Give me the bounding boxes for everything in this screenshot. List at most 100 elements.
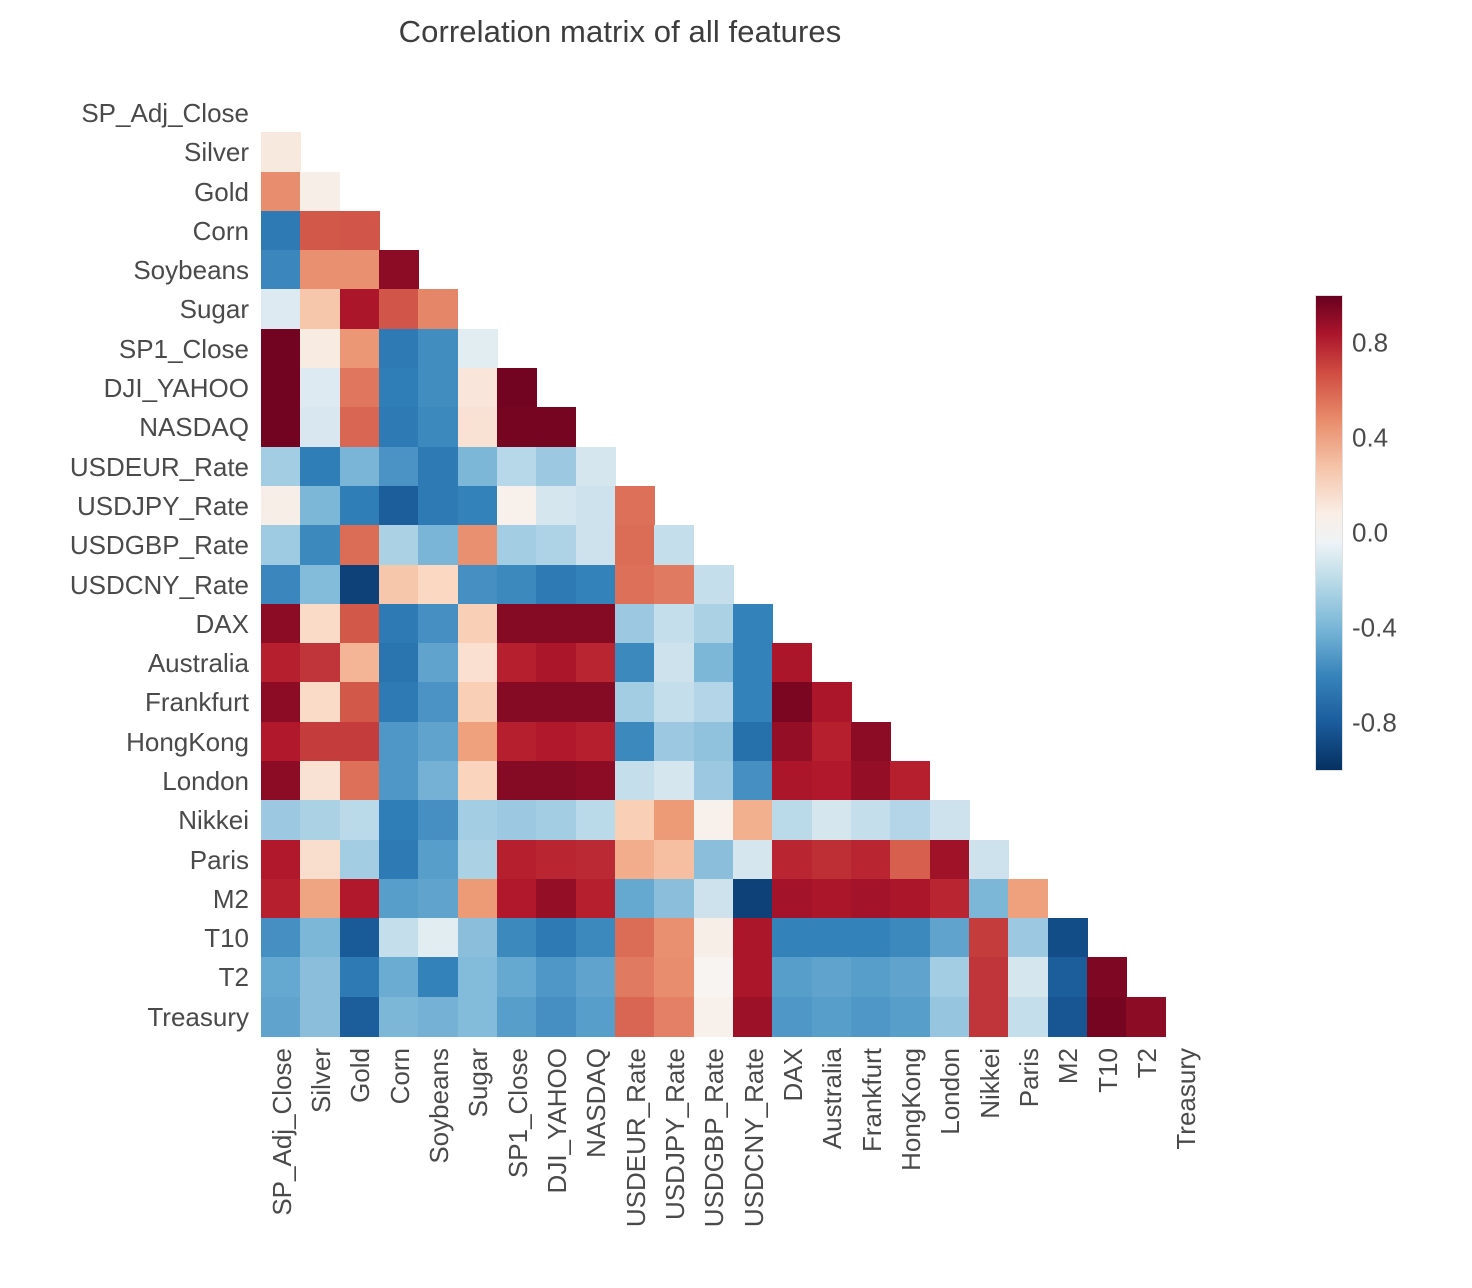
heatmap-cell	[339, 682, 380, 723]
x-tick-label-sp-adj-close: SP_Adj_Close	[266, 1048, 297, 1216]
heatmap-cell	[497, 760, 537, 801]
heatmap-cell	[811, 760, 852, 801]
heatmap-cell	[261, 289, 301, 330]
heatmap-cell	[261, 643, 301, 683]
heatmap-cell	[261, 328, 301, 369]
heatmap-cell	[811, 839, 852, 880]
heatmap-cell	[615, 760, 655, 801]
heatmap-cell	[339, 446, 380, 487]
x-tick-wrap: Sugar	[458, 1036, 499, 1117]
heatmap-cell	[575, 957, 616, 998]
heatmap-cell	[811, 682, 852, 723]
y-tick-label-gold: Gold	[194, 176, 249, 207]
heatmap-cell	[851, 878, 891, 919]
heatmap-cell	[575, 760, 616, 801]
x-tick-label-m2: M2	[1053, 1048, 1084, 1085]
x-tick-wrap: SP_Adj_Close	[261, 1036, 302, 1216]
heatmap-cell	[418, 328, 459, 369]
heatmap-cell	[379, 957, 419, 998]
heatmap-cell	[654, 682, 695, 723]
heatmap-cell	[1087, 996, 1127, 1037]
heatmap-cell	[300, 289, 341, 330]
heatmap-cell	[890, 996, 931, 1037]
heatmap-cell	[379, 643, 419, 683]
heatmap-cell	[1087, 957, 1127, 998]
heatmap-cell	[654, 721, 695, 762]
heatmap-cell	[339, 525, 380, 566]
heatmap-cell	[536, 485, 577, 526]
heatmap-cell	[300, 643, 341, 683]
heatmap-cell	[300, 210, 341, 251]
x-tick-wrap: USDJPY_Rate	[654, 1036, 695, 1220]
y-tick-label-australia: Australia	[147, 648, 249, 679]
heatmap-cell	[615, 918, 655, 959]
heatmap-cell	[457, 368, 498, 408]
heatmap-cell	[379, 918, 419, 959]
heatmap-cell	[693, 839, 734, 880]
heatmap-cell	[811, 918, 852, 959]
heatmap-cell	[418, 525, 459, 566]
heatmap-cell	[339, 800, 380, 841]
heatmap-cell	[733, 682, 773, 723]
heatmap-cell	[1047, 957, 1088, 998]
heatmap-cell	[418, 839, 459, 880]
heatmap-cell	[379, 446, 419, 487]
heatmap-cell	[261, 957, 301, 998]
heatmap-cell	[536, 682, 577, 723]
heatmap-cell	[379, 721, 419, 762]
x-tick-wrap: Australia	[812, 1036, 853, 1149]
x-tick-label-corn: Corn	[384, 1048, 415, 1105]
x-tick-wrap: Paris	[1008, 1036, 1049, 1107]
heatmap-cell	[457, 446, 498, 487]
heatmap-cell	[693, 957, 734, 998]
heatmap-cell	[654, 800, 695, 841]
heatmap-cell	[851, 721, 891, 762]
x-tick-wrap: T10	[1087, 1036, 1128, 1093]
heatmap-cell	[575, 603, 616, 644]
heatmap-cell	[575, 446, 616, 487]
x-tick-wrap: Soybeans	[418, 1036, 459, 1164]
heatmap-cell	[457, 839, 498, 880]
heatmap-cell	[733, 878, 773, 919]
heatmap-cell	[654, 996, 695, 1037]
heatmap-cell	[497, 368, 537, 408]
y-tick-label-soybeans: Soybeans	[133, 255, 249, 286]
heatmap-cell	[811, 996, 852, 1037]
heatmap-cell	[497, 800, 537, 841]
y-tick-label-silver: Silver	[183, 137, 249, 168]
colorbar-gradient	[1316, 296, 1342, 770]
heatmap-cell	[379, 996, 419, 1037]
x-tick-label-treasury: Treasury	[1171, 1048, 1202, 1150]
heatmap-cell	[1126, 996, 1167, 1037]
heatmap-cell	[379, 839, 419, 880]
heatmap-cell	[300, 407, 341, 448]
y-tick-label-usdjpy-rate: USDJPY_Rate	[77, 490, 249, 521]
heatmap-cell	[418, 957, 459, 998]
heatmap-cell	[457, 682, 498, 723]
heatmap-cell	[772, 682, 813, 723]
heatmap-cell	[536, 564, 577, 605]
x-tick-wrap: DAX	[772, 1036, 813, 1101]
heatmap-cell	[693, 603, 734, 644]
heatmap-cell	[261, 132, 301, 173]
heatmap-cell	[536, 446, 577, 487]
heatmap-cell	[418, 603, 459, 644]
heatmap-cell	[339, 210, 380, 251]
heatmap-cell	[418, 918, 459, 959]
heatmap-cell	[497, 996, 537, 1037]
heatmap-cell	[615, 878, 655, 919]
colorbar-tick-neg0-4: -0.4	[1352, 612, 1397, 643]
heatmap-cell	[300, 839, 341, 880]
heatmap-cell	[300, 485, 341, 526]
heatmap-cell	[890, 878, 931, 919]
heatmap-cell	[575, 918, 616, 959]
heatmap-cell	[575, 721, 616, 762]
heatmap-cell	[339, 564, 380, 605]
heatmap-cell	[261, 603, 301, 644]
heatmap-cell	[497, 603, 537, 644]
heatmap-cell	[575, 996, 616, 1037]
heatmap-cell	[418, 564, 459, 605]
heatmap-cell	[339, 368, 380, 408]
heatmap-cell	[615, 957, 655, 998]
heatmap-cell	[654, 643, 695, 683]
